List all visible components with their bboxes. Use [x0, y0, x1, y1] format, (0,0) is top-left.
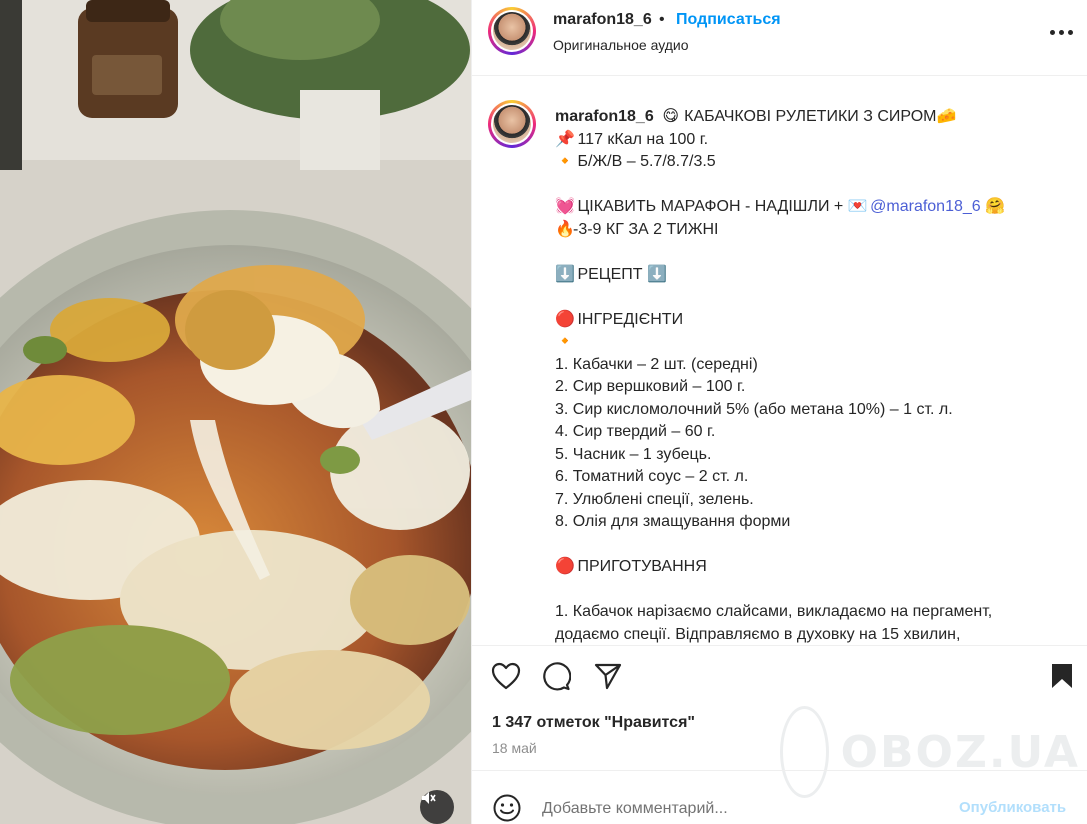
- bju-text: Б/Ж/В – 5.7/8.7/3.5: [577, 153, 716, 170]
- down-arrow-emoji: ⬇️: [647, 265, 667, 283]
- share-button[interactable]: [592, 660, 624, 692]
- speaker-muted-icon: [422, 792, 436, 804]
- cheese-emoji: 🧀: [936, 108, 957, 125]
- publish-button[interactable]: Опубликовать: [959, 799, 1066, 816]
- fire-emoji: 🔥: [555, 220, 575, 238]
- post-panel: marafon18_6 • Подписаться Оригинальное а…: [471, 0, 1087, 824]
- bookmark-icon: [1052, 664, 1072, 688]
- post-caption: marafon18_6 😋 КАБАЧКОВІ РУЛЕТИКИ З СИРОМ🧀…: [472, 76, 1087, 646]
- smile-icon[interactable]: [492, 793, 522, 823]
- caption-username[interactable]: marafon18_6: [555, 108, 654, 125]
- step-line: 1. Кабачок нарізаємо слайсами, викладаєм…: [555, 603, 993, 620]
- down-arrow-emoji: ⬇️: [555, 265, 575, 283]
- ingredient-item: 8. Олія для змащування форми: [555, 513, 791, 530]
- ingredient-item: 3. Сир кисломолочний 5% (або метана 10%)…: [555, 400, 953, 418]
- post-header: marafon18_6 • Подписаться Оригинальное а…: [472, 0, 1087, 76]
- marathon-text: ЦІКАВИТЬ МАРАФОН - НАДІШЛИ +: [577, 198, 844, 215]
- pin-emoji: 📌: [555, 130, 575, 148]
- caption-text: marafon18_6 😋 КАБАЧКОВІ РУЛЕТИКИ З СИРОМ🧀…: [555, 106, 1075, 645]
- like-button[interactable]: [490, 660, 522, 692]
- author-username[interactable]: marafon18_6: [553, 11, 652, 29]
- audio-link[interactable]: Оригинальное аудио: [553, 37, 689, 53]
- caption-avatar[interactable]: [488, 100, 536, 148]
- red-circle-emoji: 🔴: [555, 558, 575, 575]
- comment-button[interactable]: [540, 660, 572, 692]
- food-photo: [0, 0, 471, 824]
- ingredient-item: 4. Сир твердий – 60 г.: [555, 423, 716, 440]
- action-bar: [472, 646, 1087, 706]
- mention-link[interactable]: @marafon18_6: [870, 198, 981, 215]
- kcal-text: 117 кКал на 100 г.: [577, 130, 709, 148]
- step-line: додаємо спеції. Відправляємо в духовку н…: [555, 625, 961, 643]
- send-icon: [594, 663, 622, 690]
- ingredient-item: 5. Часник – 1 зубець.: [555, 445, 712, 463]
- heart-icon: [491, 662, 521, 690]
- post-video[interactable]: [0, 0, 471, 824]
- heart-emoji: 💓: [555, 198, 575, 215]
- red-circle-emoji: 🔴: [555, 310, 575, 328]
- recipe-title: КАБАЧКОВІ РУЛЕТИКИ З СИРОМ: [684, 108, 937, 125]
- diamond-emoji: 🔸: [555, 333, 575, 350]
- ingredient-item: 2. Сир вершковий – 100 г.: [555, 378, 746, 395]
- save-button[interactable]: [1046, 660, 1078, 692]
- post-date[interactable]: 18 май: [492, 740, 537, 756]
- ingredients-heading: ІНГРЕДІЄНТИ: [577, 310, 684, 328]
- yum-emoji: 😋: [662, 108, 680, 125]
- loss-text: -3-9 КГ ЗА 2 ТИЖНІ: [573, 220, 719, 238]
- preparation-heading: ПРИГОТУВАННЯ: [577, 558, 707, 575]
- recipe-heading: РЕЦЕПТ: [577, 265, 643, 283]
- author-avatar[interactable]: [488, 7, 536, 55]
- diamond-emoji: 🔸: [555, 153, 575, 170]
- ingredient-item: 6. Томатний соус – 2 ст. л.: [555, 468, 749, 485]
- more-icon[interactable]: [1050, 30, 1074, 36]
- likes-count[interactable]: 1 347 отметок "Нравится": [492, 714, 695, 732]
- separator-dot: •: [659, 11, 665, 28]
- ingredient-item: 7. Улюблені спеції, зелень.: [555, 490, 754, 508]
- mute-button[interactable]: [420, 790, 454, 824]
- comment-input[interactable]: [542, 797, 932, 821]
- love-letter-emoji: 💌: [847, 198, 868, 215]
- follow-button[interactable]: Подписаться: [676, 11, 781, 29]
- comment-bar: Опубликовать: [472, 770, 1087, 824]
- hug-emoji: 🤗: [985, 198, 1006, 215]
- ingredient-item: 1. Кабачки – 2 шт. (середні): [555, 355, 758, 373]
- comment-icon: [543, 662, 571, 691]
